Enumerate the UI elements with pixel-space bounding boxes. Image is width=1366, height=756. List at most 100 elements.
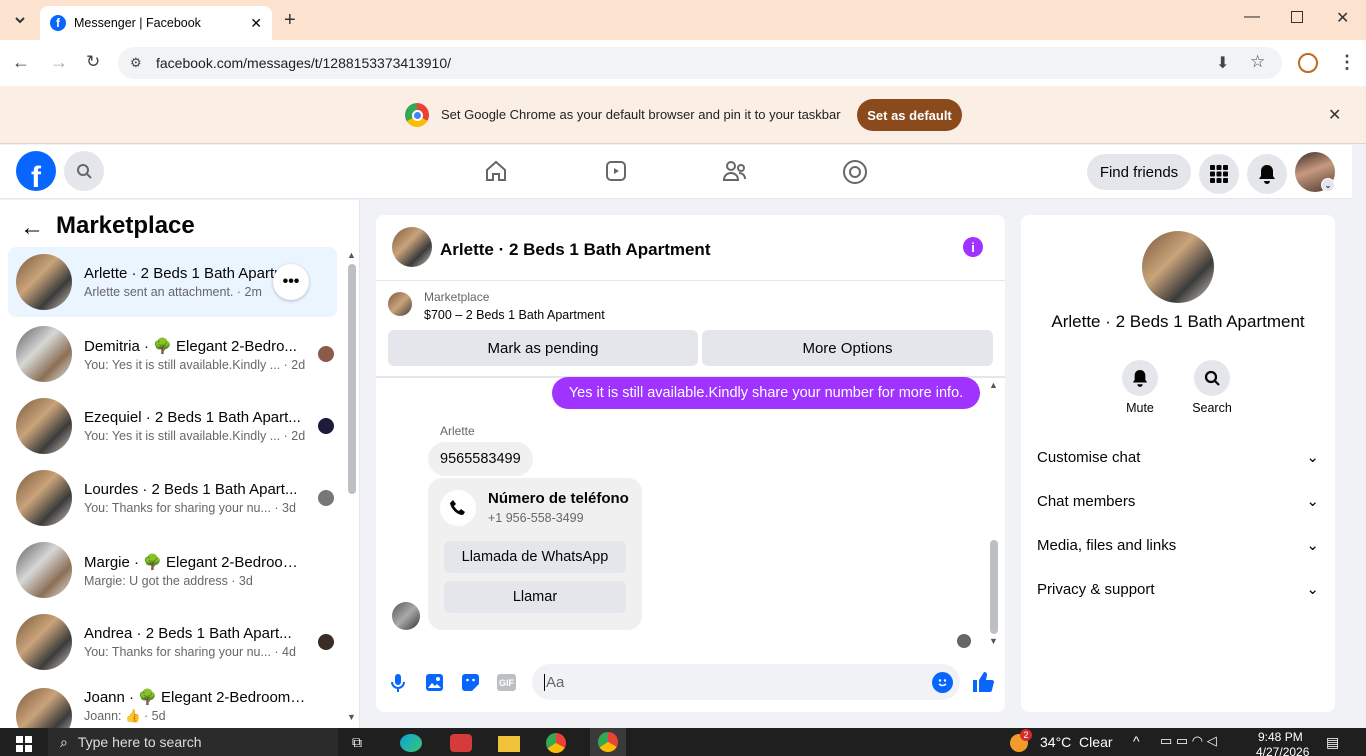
window-close-icon[interactable]: ✕ (1336, 8, 1349, 28)
info-icon[interactable]: i (963, 237, 983, 257)
banner-close-icon[interactable]: ✕ (1328, 105, 1341, 125)
details-avatar[interactable] (1142, 231, 1214, 303)
gaming-icon[interactable] (842, 159, 868, 188)
app-icon[interactable] (450, 734, 472, 752)
menu-grid-icon[interactable] (1199, 154, 1239, 194)
emoji-icon[interactable] (932, 672, 953, 693)
details-search-icon[interactable] (1194, 360, 1230, 396)
phone-card: Número de teléfono +1 956-558-3499 Llama… (428, 478, 642, 630)
chat-title[interactable]: Arlette · 2 Beds 1 Bath Apartment (440, 240, 710, 260)
clock-time[interactable]: 9:48 PM (1258, 730, 1303, 744)
tab-close-icon[interactable]: ✕ (250, 15, 262, 32)
conversation-avatar (16, 542, 72, 598)
conversation-name: Joann · 🌳 Elegant 2-Bedroom 2... (84, 689, 306, 706)
active-tab[interactable]: f Messenger | Facebook ✕ (40, 6, 272, 40)
section-label: Chat members (1037, 492, 1136, 510)
mute-bell-icon[interactable] (1122, 360, 1158, 396)
video-icon[interactable] (604, 159, 628, 186)
whatsapp-call-button[interactable]: Llamada de WhatsApp (444, 541, 626, 573)
scroll-down-icon[interactable]: ▼ (989, 636, 998, 646)
conversation-item[interactable]: Lourdes · 2 Beds 1 Bath Apart... You: Tha… (8, 463, 337, 533)
file-explorer-icon[interactable] (498, 736, 520, 752)
gif-icon[interactable]: GIF (497, 674, 516, 691)
more-options-button[interactable]: More Options (702, 330, 993, 366)
call-button[interactable]: Llamar (444, 581, 626, 613)
chevron-down-icon: ⌄ (1306, 449, 1319, 466)
search-icon[interactable] (64, 151, 104, 191)
conversation-avatar (16, 688, 72, 728)
new-tab-icon[interactable]: + (284, 9, 296, 32)
chevron-down-icon: ⌄ (1306, 581, 1319, 598)
section-media-files-links[interactable]: Media, files and links ⌄ (1037, 527, 1319, 563)
chrome-active-taskbar-icon[interactable] (590, 728, 626, 756)
home-icon[interactable] (484, 159, 508, 186)
facebook-logo-icon[interactable]: f (16, 151, 56, 191)
task-view-icon[interactable]: ⧉ (352, 734, 362, 751)
address-bar[interactable]: ⚙ facebook.com/messages/t/12881533734139… (118, 47, 1282, 79)
conversation-item[interactable]: Arlette · 2 Beds 1 Bath Apartment Arlette… (8, 247, 337, 317)
forward-icon[interactable]: → (50, 52, 68, 73)
sticker-icon[interactable] (461, 673, 480, 695)
conversation-item[interactable]: Demitria · 🌳 Elegant 2-Bedro... You: Yes … (8, 319, 337, 389)
scroll-up-icon[interactable]: ▲ (989, 380, 998, 390)
set-default-button[interactable]: Set as default (857, 99, 962, 131)
listing-price[interactable]: $700 – 2 Beds 1 Bath Apartment (424, 308, 605, 322)
action-center-icon[interactable]: ▤ (1326, 734, 1339, 751)
find-friends-button[interactable]: Find friends (1087, 154, 1191, 190)
minimize-icon[interactable]: — (1244, 8, 1260, 26)
conversation-preview: You: Thanks for sharing your nu... · 3d (84, 501, 296, 515)
message-scrollbar[interactable] (990, 540, 998, 634)
reload-icon[interactable]: ↻ (86, 52, 100, 72)
chat-panel: Arlette · 2 Beds 1 Bath Apartment i Mark… (376, 215, 1005, 712)
clock-date[interactable]: 4/27/2026 (1256, 745, 1309, 756)
chrome-menu-icon[interactable]: ⋮ (1338, 52, 1356, 73)
microphone-icon[interactable] (390, 673, 406, 696)
section-customise-chat[interactable]: Customise chat ⌄ (1037, 439, 1319, 475)
conversation-item[interactable]: Joann · 🌳 Elegant 2-Bedroom 2... Joann: 👍… (8, 679, 337, 728)
site-info-icon[interactable]: ⚙ (130, 55, 142, 71)
section-privacy-support[interactable]: Privacy & support ⌄ (1037, 571, 1319, 607)
facebook-favicon-icon: f (50, 15, 66, 31)
tab-search-chevron-icon[interactable] (8, 8, 32, 32)
back-icon[interactable]: ← (12, 52, 30, 73)
weather-text[interactable]: 34°C Clear (1040, 734, 1113, 750)
mark-as-pending-button[interactable]: Mark as pending (388, 330, 698, 366)
windows-start-icon[interactable] (16, 736, 32, 752)
chat-avatar[interactable] (392, 227, 432, 267)
install-app-icon[interactable]: ⬇ (1216, 53, 1229, 73)
account-chevron-icon[interactable]: ⌄ (1321, 178, 1335, 192)
edge-icon[interactable] (400, 734, 422, 752)
conversation-item[interactable]: Andrea · 2 Beds 1 Bath Apart... You: Than… (8, 607, 337, 677)
read-receipt-avatar (318, 346, 334, 362)
conversation-item[interactable]: Margie · 🌳 Elegant 2-Bedroom ... Margie: … (8, 535, 337, 605)
thumbs-up-icon[interactable] (972, 671, 994, 696)
bookmark-star-icon[interactable]: ☆ (1250, 52, 1265, 72)
tray-icons[interactable]: ▭ ▭ ◠ ◁ (1160, 733, 1217, 749)
conversation-preview: Joann: 👍 · 5d (84, 709, 166, 723)
chrome-taskbar-icon[interactable] (546, 733, 566, 753)
taskbar-search-icon: ⌕ (60, 733, 68, 750)
message-input[interactable]: Aa (532, 664, 960, 700)
conversation-item[interactable]: Ezequiel · 2 Beds 1 Bath Apart... You: Ye… (8, 391, 337, 461)
scroll-down-icon[interactable]: ▼ (347, 712, 356, 722)
conversation-avatar (16, 470, 72, 526)
incoming-message[interactable]: 9565583499 (428, 442, 533, 476)
maximize-icon[interactable] (1291, 11, 1303, 23)
friends-icon[interactable] (722, 159, 748, 186)
section-label: Privacy & support (1037, 580, 1155, 598)
back-arrow-icon[interactable]: ← (20, 214, 44, 242)
taskbar-search-box[interactable]: ⌕ Type here to search (48, 728, 338, 756)
photo-icon[interactable] (425, 673, 444, 695)
more-options-icon[interactable]: ••• (273, 264, 309, 300)
tray-chevron-icon[interactable]: ^ (1133, 733, 1140, 749)
section-chat-members[interactable]: Chat members ⌄ (1037, 483, 1319, 519)
outgoing-message[interactable]: Yes it is still available.Kindly share y… (552, 377, 980, 409)
conversation-avatar (16, 254, 72, 310)
sender-avatar (392, 602, 420, 630)
notifications-bell-icon[interactable] (1247, 154, 1287, 194)
scroll-up-icon[interactable]: ▲ (347, 250, 356, 260)
weather-badge: 2 (1020, 729, 1032, 741)
scrollbar-thumb[interactable] (348, 264, 356, 494)
section-label: Customise chat (1037, 448, 1141, 466)
profile-icon[interactable] (1298, 53, 1318, 73)
